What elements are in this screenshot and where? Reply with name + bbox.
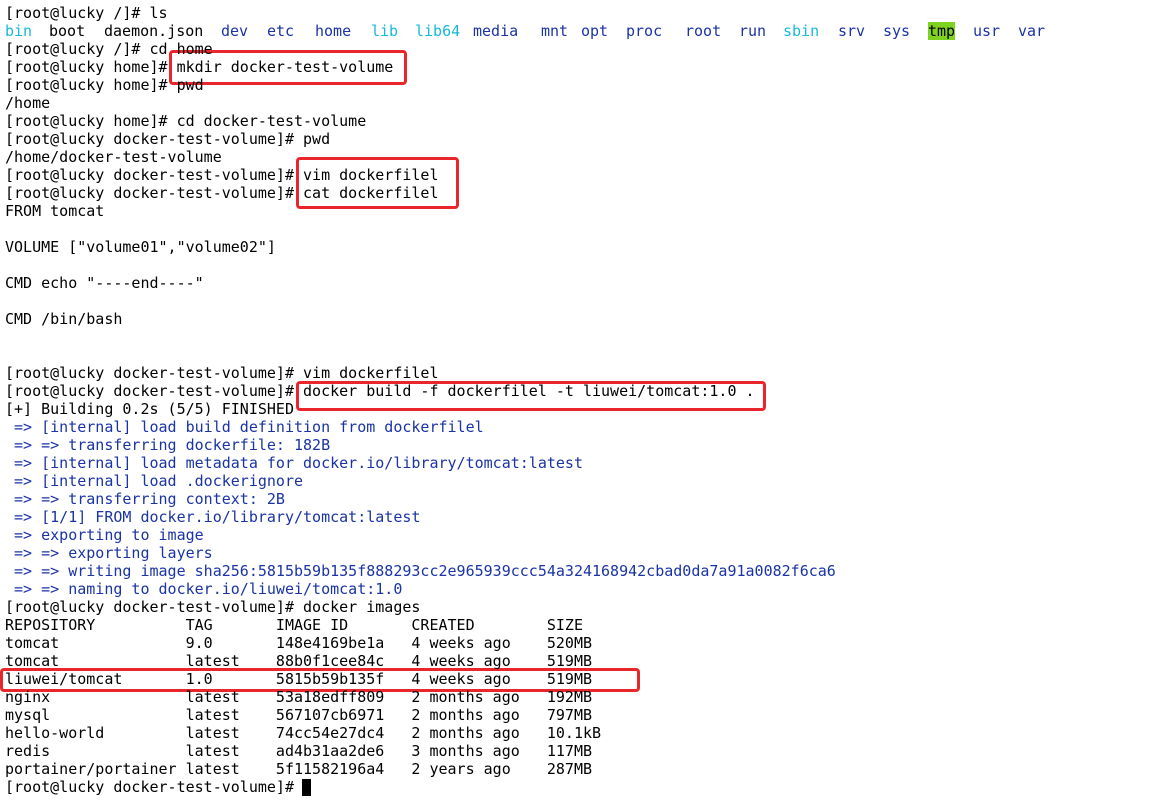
- terminal-line: [root@lucky home]# pwd: [5, 76, 204, 94]
- terminal-line: CMD /bin/bash: [5, 310, 123, 328]
- terminal-line: => => transferring dockerfile: 182B: [5, 436, 331, 454]
- ls-entry: bin: [5, 22, 33, 40]
- terminal-line: /home/docker-test-volume: [5, 148, 222, 166]
- ls-entry: lib: [371, 22, 399, 40]
- terminal-line: => [internal] load build definition from…: [5, 418, 484, 436]
- terminal-line: [root@lucky docker-test-volume]# pwd: [5, 130, 331, 148]
- terminal-line: mysql latest 567107cb6971 2 months ago 7…: [5, 706, 592, 724]
- ls-entry: usr: [973, 22, 1001, 40]
- terminal-window[interactable]: [root@lucky /]# ls bin boot daemon.json dev e…: [0, 0, 1156, 802]
- terminal-line: liuwei/tomcat 1.0 5815b59b135f 4 weeks a…: [5, 670, 592, 688]
- ls-entry: home: [315, 22, 352, 40]
- terminal-line: [root@lucky docker-test-volume]# docker …: [5, 598, 421, 616]
- ls-entry: lib64: [415, 22, 461, 40]
- terminal-line: [root@lucky docker-test-volume]# cat doc…: [5, 184, 439, 202]
- terminal-line: [+] Building 0.2s (5/5) FINISHED: [5, 400, 294, 418]
- terminal-line: [root@lucky docker-test-volume]#: [5, 778, 304, 796]
- terminal-line: REPOSITORY TAG IMAGE ID CREATED SIZE: [5, 616, 583, 634]
- terminal-line: [root@lucky docker-test-volume]# docker …: [5, 382, 755, 400]
- ls-entry: srv: [838, 22, 866, 40]
- ls-entry: dev: [221, 22, 249, 40]
- terminal-line: [root@lucky docker-test-volume]# vim doc…: [5, 364, 439, 382]
- ls-entry: sbin: [783, 22, 820, 40]
- terminal-line: bin boot daemon.json dev etc home lib lib64 medi…: [5, 22, 1155, 40]
- ls-entry: proc: [626, 22, 663, 40]
- terminal-line: portainer/portainer latest 5f11582196a4 …: [5, 760, 592, 778]
- terminal-line: nginx latest 53a18edff809 2 months ago 1…: [5, 688, 592, 706]
- terminal-line: [root@lucky /]# ls: [5, 4, 168, 22]
- ls-entry: mnt: [541, 22, 569, 40]
- terminal-line: [root@lucky home]# cd docker-test-volume: [5, 112, 367, 130]
- terminal-line: redis latest ad4b31aa2de6 3 months ago 1…: [5, 742, 592, 760]
- ls-entry: tmp: [928, 22, 956, 40]
- ls-entry: media: [473, 22, 519, 40]
- terminal-line: => exporting to image: [5, 526, 204, 544]
- ls-entry: opt: [581, 22, 609, 40]
- terminal-line: [root@lucky /]# cd home: [5, 40, 213, 58]
- ls-entry: boot: [49, 22, 86, 40]
- terminal-line: => => exporting layers: [5, 544, 213, 562]
- terminal-line: => [internal] load .dockerignore: [5, 472, 304, 490]
- terminal-line: FROM tomcat: [5, 202, 105, 220]
- terminal-line: /home: [5, 94, 51, 112]
- ls-entry: root: [685, 22, 722, 40]
- terminal-line: [root@lucky home]# mkdir docker-test-vol…: [5, 58, 394, 76]
- ls-entry: sys: [883, 22, 911, 40]
- terminal-line: CMD echo "----end----": [5, 274, 204, 292]
- ls-entry: var: [1018, 22, 1046, 40]
- terminal-line: => => transferring context: 2B: [5, 490, 285, 508]
- terminal-line: hello-world latest 74cc54e27dc4 2 months…: [5, 724, 602, 742]
- terminal-line: tomcat 9.0 148e4169be1a 4 weeks ago 520M…: [5, 634, 592, 652]
- ls-entry: daemon.json: [104, 22, 204, 40]
- terminal-line: => => writing image sha256:5815b59b135f8…: [5, 562, 836, 580]
- terminal-line: => => naming to docker.io/liuwei/tomcat:…: [5, 580, 403, 598]
- terminal-line: => [1/1] FROM docker.io/library/tomcat:l…: [5, 508, 421, 526]
- terminal-line: => [internal] load metadata for docker.i…: [5, 454, 583, 472]
- terminal-line: VOLUME ["volume01","volume02"]: [5, 238, 276, 256]
- ls-entry: run: [739, 22, 767, 40]
- terminal-line: [root@lucky docker-test-volume]# vim doc…: [5, 166, 439, 184]
- ls-entry: etc: [267, 22, 295, 40]
- terminal-cursor: [302, 779, 311, 796]
- terminal-line: tomcat latest 88b0f1cee84c 4 weeks ago 5…: [5, 652, 592, 670]
